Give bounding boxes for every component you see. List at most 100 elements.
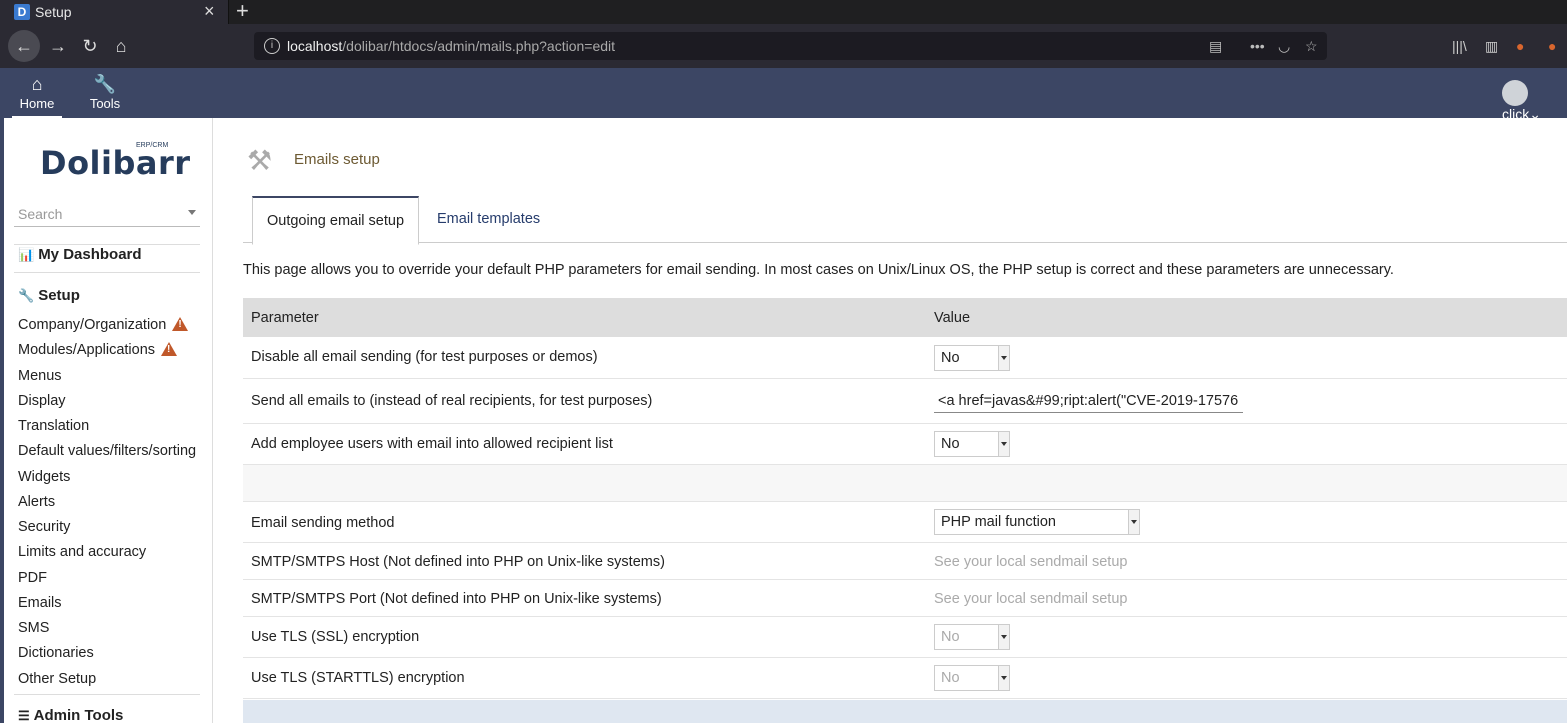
divider xyxy=(14,694,200,695)
home-icon[interactable]: ⌂ xyxy=(107,32,135,60)
sending-method-select[interactable]: PHP mail function xyxy=(934,509,1140,535)
sidebar-section-label: Admin Tools xyxy=(33,707,124,724)
input-value: <a href=javas&#99;ript:alert("CVE-2019-1… xyxy=(938,393,1239,409)
top-menu-home[interactable]: ⌂ Home xyxy=(12,68,62,118)
sidebar-item-alerts[interactable]: Alerts xyxy=(18,494,55,510)
sidebar-section-label: My Dashboard xyxy=(38,246,142,263)
main-content: ⚒ Emails setup Outgoing email setup Emai… xyxy=(213,118,1567,723)
close-tab-icon[interactable]: × xyxy=(204,1,215,22)
chart-icon: 📊 xyxy=(18,247,35,262)
site-info-icon[interactable]: i xyxy=(264,38,280,54)
table-row: Add employee users with email into allow… xyxy=(243,424,1567,465)
sidebar-item-emails[interactable]: Emails xyxy=(18,595,62,611)
table-row: Send all emails to (instead of real reci… xyxy=(243,379,1567,424)
chevron-down-icon xyxy=(998,346,1009,370)
url-bar[interactable]: i localhost/dolibar/htdocs/admin/mails.p… xyxy=(254,32,1327,60)
back-icon[interactable]: ← xyxy=(8,30,40,62)
chevron-down-icon xyxy=(998,432,1009,456)
extension-icon[interactable]: ● xyxy=(1516,38,1524,54)
top-menu-tools-label: Tools xyxy=(89,96,121,111)
param-label: Add employee users with email into allow… xyxy=(251,436,613,452)
table-header: Parameter Value xyxy=(243,298,1567,337)
page-actions-icon[interactable]: ••• xyxy=(1250,38,1265,54)
sidebar-item-widgets[interactable]: Widgets xyxy=(18,469,70,485)
extension-icon-2[interactable]: ● xyxy=(1548,38,1556,54)
param-label: Email sending method xyxy=(251,515,395,531)
search-placeholder: Search xyxy=(18,206,63,222)
warning-icon: ! xyxy=(161,342,178,356)
tls-ssl-select[interactable]: No xyxy=(934,624,1010,650)
pocket-icon[interactable]: ◡ xyxy=(1278,38,1290,55)
sidebar-item-translation[interactable]: Translation xyxy=(18,418,89,434)
sidebar-item-sms[interactable]: SMS xyxy=(18,620,49,636)
wrench-icon: 🔧 xyxy=(93,74,117,94)
param-label: SMTP/SMTPS Host (Not defined into PHP on… xyxy=(251,554,665,570)
divider xyxy=(14,272,200,273)
new-tab-icon[interactable]: + xyxy=(236,0,249,24)
param-label: Disable all email sending (for test purp… xyxy=(251,349,598,365)
url-text: localhost/dolibar/htdocs/admin/mails.php… xyxy=(287,38,616,54)
left-sidebar: Dolibarr ERP/CRM Search 📊 My Dashboard 🔧 S… xyxy=(4,118,213,724)
select-value: No xyxy=(941,350,960,366)
sidebar-item-other-setup[interactable]: Other Setup xyxy=(18,671,96,687)
browser-navigation-bar: ← → ↻ ⌂ i localhost/dolibar/htdocs/admin… xyxy=(0,24,1567,68)
smtp-port-value: See your local sendmail setup xyxy=(934,591,1128,607)
sidebar-item-security[interactable]: Security xyxy=(18,519,70,535)
tools-icon: ⚒ xyxy=(247,145,273,176)
sidebar-section-admin-tools[interactable]: ☰ Admin Tools xyxy=(18,707,123,724)
reader-view-icon[interactable]: ▤ xyxy=(1209,38,1222,55)
table-row-spacer xyxy=(243,465,1567,502)
force-recipient-input[interactable]: <a href=javas&#99;ript:alert("CVE-2019-1… xyxy=(934,390,1243,413)
param-label: Use TLS (SSL) encryption xyxy=(251,629,420,645)
top-menu: ⌂ Home 🔧 Tools click⌄ xyxy=(4,68,1567,122)
top-menu-tools[interactable]: 🔧 Tools xyxy=(82,68,128,118)
select-value: No xyxy=(941,629,960,645)
dolibarr-favicon-icon: D xyxy=(14,4,30,20)
table-footer-bar xyxy=(243,700,1567,723)
warning-icon: ! xyxy=(172,317,189,331)
table-row: SMTP/SMTPS Host (Not defined into PHP on… xyxy=(243,543,1567,580)
add-employee-select[interactable]: No xyxy=(934,431,1010,457)
tls-starttls-select[interactable]: No xyxy=(934,665,1010,691)
chevron-down-icon xyxy=(998,666,1009,690)
reload-icon[interactable]: ↻ xyxy=(76,32,104,60)
forward-icon[interactable]: → xyxy=(44,32,72,60)
sidebar-item-dictionaries[interactable]: Dictionaries xyxy=(18,645,94,661)
user-menu[interactable]: click⌄ xyxy=(1502,80,1567,123)
top-menu-home-label: Home xyxy=(19,96,55,111)
column-header-parameter: Parameter xyxy=(251,310,319,326)
sidebar-section-setup[interactable]: 🔧 Setup xyxy=(18,287,80,304)
browser-tab[interactable]: D Setup × xyxy=(0,0,229,24)
server-icon: ☰ xyxy=(18,708,30,723)
tab-email-templates[interactable]: Email templates xyxy=(423,196,554,242)
sidebar-item-modules[interactable]: Modules/Applications! xyxy=(18,342,178,358)
sidebar-item-pdf[interactable]: PDF xyxy=(18,570,47,586)
chevron-down-icon xyxy=(998,625,1009,649)
page-title: Emails setup xyxy=(294,151,380,168)
sidebar-item-label: Modules/Applications xyxy=(18,342,156,358)
logo-subtitle: ERP/CRM xyxy=(136,142,169,149)
dolibarr-logo[interactable]: Dolibarr xyxy=(40,144,191,182)
bookmark-star-icon[interactable]: ☆ xyxy=(1305,38,1318,55)
sidebar-item-default-values[interactable]: Default values/filters/sorting xyxy=(18,443,196,459)
search-select[interactable]: Search xyxy=(14,204,200,227)
library-icon[interactable]: |||\ xyxy=(1452,38,1467,54)
page-description: This page allows you to override your de… xyxy=(243,262,1394,278)
browser-tab-title: Setup xyxy=(35,4,72,20)
smtp-host-value: See your local sendmail setup xyxy=(934,554,1128,570)
tab-outgoing-email-setup[interactable]: Outgoing email setup xyxy=(252,196,420,245)
table-row: SMTP/SMTPS Port (Not defined into PHP on… xyxy=(243,580,1567,617)
sidebar-item-company[interactable]: Company/Organization! xyxy=(18,317,189,333)
sidebar-section-dashboard[interactable]: 📊 My Dashboard xyxy=(18,246,142,263)
table-row: Disable all email sending (for test purp… xyxy=(243,337,1567,379)
disable-email-select[interactable]: No xyxy=(934,345,1010,371)
param-label: SMTP/SMTPS Port (Not defined into PHP on… xyxy=(251,591,662,607)
sidebar-toggle-icon[interactable]: ▥ xyxy=(1485,38,1498,55)
sidebar-item-display[interactable]: Display xyxy=(18,393,66,409)
table-row: Email sending method PHP mail function xyxy=(243,502,1567,543)
column-header-value: Value xyxy=(934,310,971,326)
sidebar-item-label: Company/Organization xyxy=(18,317,167,333)
sidebar-item-menus[interactable]: Menus xyxy=(18,368,62,384)
sidebar-item-limits[interactable]: Limits and accuracy xyxy=(18,544,146,560)
table-row: Use TLS (STARTTLS) encryption No xyxy=(243,658,1567,699)
